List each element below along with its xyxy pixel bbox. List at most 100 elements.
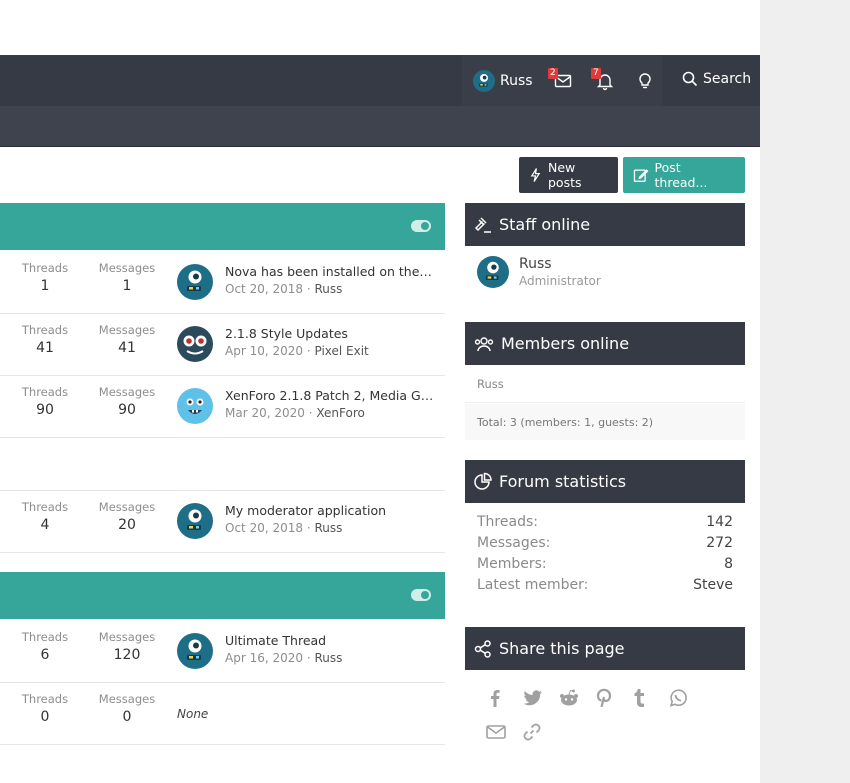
- latest-date: Mar 20, 2020: [225, 406, 305, 420]
- online-total-detail: (members: 1, guests: 2): [516, 416, 654, 429]
- threads-label: Threads: [21, 500, 69, 514]
- staff-name[interactable]: Russ: [519, 256, 601, 272]
- stat-value: 8: [724, 556, 733, 572]
- latest-thread-link[interactable]: 2.1.8 Style Updates: [225, 326, 435, 341]
- edit-icon: [633, 169, 649, 182]
- forum-row[interactable]: Threads 0 Messages 0 None: [0, 683, 445, 745]
- user-name: Russ: [500, 73, 533, 89]
- stat-messages: Messages: 272: [477, 535, 733, 556]
- user-menu[interactable]: Russ: [473, 69, 533, 93]
- post-thread-button[interactable]: Post thread...: [623, 157, 745, 193]
- forum-row[interactable]: Threads 4 Messages 20 My moderator applica…: [0, 491, 445, 553]
- avatar[interactable]: [177, 388, 213, 424]
- twitter-icon[interactable]: [522, 688, 559, 722]
- threads-label: Threads: [21, 630, 69, 644]
- alerts-badge: 7: [591, 68, 601, 79]
- stat-latest-member: Latest member: Steve: [477, 577, 733, 598]
- threads-count: 1: [40, 278, 50, 294]
- latest-member-link[interactable]: Steve: [693, 577, 733, 598]
- threads-label: Threads: [21, 323, 69, 337]
- new-posts-label: New posts: [547, 160, 582, 190]
- post-thread-label: Post thread...: [654, 160, 708, 190]
- facebook-icon[interactable]: [485, 688, 522, 722]
- online-member-link[interactable]: Russ: [477, 377, 504, 391]
- threads-count: 90: [36, 402, 54, 418]
- threads-count: 6: [40, 647, 50, 663]
- latest-date: Oct 20, 2018: [225, 521, 303, 535]
- messages-count: 90: [118, 402, 136, 418]
- whatsapp-icon[interactable]: [668, 688, 705, 722]
- messages-count: 120: [113, 647, 141, 663]
- latest-thread-link[interactable]: XenForo 2.1.8 Patch 2, Media Gallery 2.1…: [225, 388, 435, 403]
- sub-navbar: [0, 106, 760, 147]
- forum-row[interactable]: Threads 41 Messages 41 2.1.8 Style Updates…: [0, 314, 445, 376]
- share-page-title: Share this page: [499, 639, 625, 658]
- avatar[interactable]: [177, 264, 213, 300]
- stat-label: Messages:: [477, 535, 551, 551]
- new-posts-button[interactable]: New posts: [519, 157, 618, 193]
- forum-row[interactable]: Threads 1 Messages 1 Nova has been install…: [0, 252, 445, 314]
- latest-user-link[interactable]: XenForo: [316, 406, 365, 420]
- latest-thread-link[interactable]: My moderator application: [225, 503, 435, 518]
- avatar[interactable]: [477, 256, 509, 288]
- staff-member[interactable]: Russ Administrator: [477, 256, 601, 288]
- online-total: Total: 3 (members: 1, guests: 2): [465, 404, 745, 440]
- messages-label: Messages: [98, 323, 156, 337]
- threads-label: Threads: [21, 692, 69, 706]
- link-icon[interactable]: [522, 722, 559, 756]
- users-icon: [474, 336, 494, 351]
- stat-threads: Threads: 142: [477, 514, 733, 535]
- threads-count: 41: [36, 340, 54, 356]
- latest-date: Apr 10, 2020: [225, 344, 304, 358]
- search-icon: [682, 71, 698, 87]
- staff-role: Administrator: [519, 274, 601, 288]
- category-header-2: [0, 572, 445, 619]
- share-buttons: [485, 688, 735, 756]
- category-collapse-toggle[interactable]: [411, 220, 431, 232]
- forum-row[interactable]: Threads 6 Messages 120 Ultimate Thread Apr…: [0, 621, 445, 683]
- category-collapse-toggle[interactable]: [411, 589, 431, 601]
- messages-label: Messages: [98, 500, 156, 514]
- latest-thread-link[interactable]: Ultimate Thread: [225, 633, 435, 648]
- share-icon: [474, 639, 491, 658]
- online-total-value: 3: [509, 416, 517, 429]
- messages-label: Messages: [98, 261, 156, 275]
- threads-count: 0: [40, 709, 50, 725]
- avatar[interactable]: [177, 633, 213, 669]
- stat-label: Members:: [477, 556, 547, 572]
- latest-user-link[interactable]: Pixel Exit: [314, 344, 368, 358]
- latest-user-link[interactable]: Russ: [314, 651, 342, 665]
- pinterest-icon[interactable]: [595, 688, 632, 722]
- search-button[interactable]: Search: [682, 71, 751, 87]
- reddit-icon[interactable]: [558, 688, 595, 722]
- lightbulb-icon[interactable]: [635, 71, 655, 91]
- messages-count: 0: [122, 709, 132, 725]
- threads-count: 4: [40, 517, 50, 533]
- search-label: Search: [703, 71, 752, 87]
- threads-label: Threads: [21, 385, 69, 399]
- forum-spacer-row: [0, 438, 445, 491]
- messages-label: Messages: [98, 385, 156, 399]
- stat-label: Latest member:: [477, 577, 589, 593]
- user-avatar: [473, 70, 495, 92]
- staff-online-header: Staff online: [465, 203, 745, 246]
- inbox-badge: 2: [548, 68, 558, 79]
- messages-label: Messages: [98, 630, 156, 644]
- category-header-1: [0, 203, 445, 250]
- forum-statistics-title: Forum statistics: [499, 472, 627, 491]
- latest-user-link[interactable]: Russ: [314, 282, 342, 296]
- email-icon[interactable]: [485, 722, 522, 756]
- online-total-label: Total:: [477, 416, 510, 429]
- messages-count: 1: [122, 278, 132, 294]
- stat-label: Threads:: [477, 514, 538, 530]
- members-online-title: Members online: [501, 334, 630, 353]
- avatar[interactable]: [177, 326, 213, 362]
- latest-user-link[interactable]: Russ: [314, 521, 342, 535]
- tumblr-icon[interactable]: [631, 688, 668, 722]
- messages-count: 20: [118, 517, 136, 533]
- latest-thread-link[interactable]: Nova has been installed on the forum!: [225, 264, 435, 279]
- latest-date: Oct 20, 2018: [225, 282, 303, 296]
- forum-row[interactable]: Threads 90 Messages 90 XenForo 2.1.8 Patch…: [0, 376, 445, 438]
- avatar[interactable]: [177, 503, 213, 539]
- gavel-icon: [474, 216, 491, 233]
